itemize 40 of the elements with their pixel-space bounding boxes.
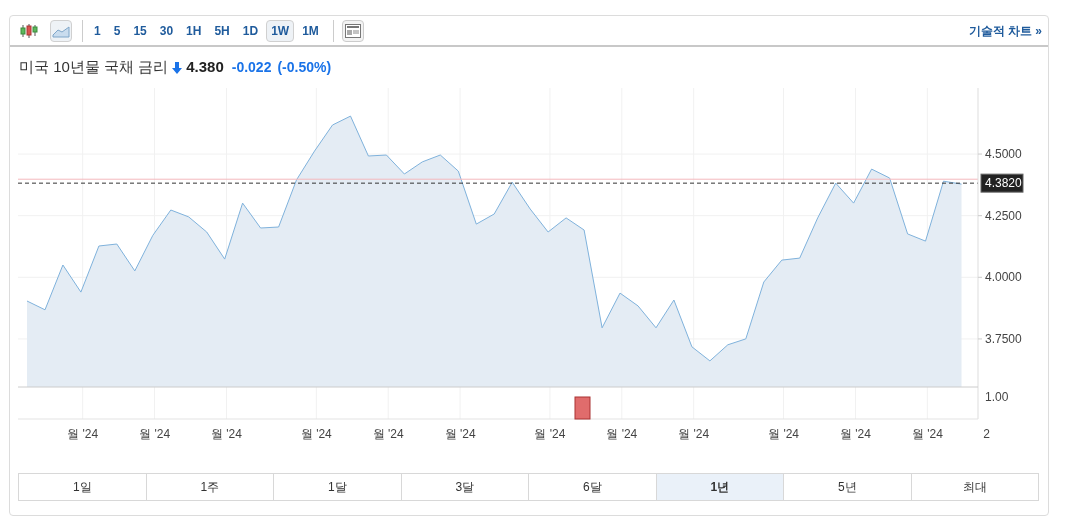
interval-button[interactable]: 15	[128, 19, 152, 42]
interval-button[interactable]: 1M	[297, 19, 324, 42]
interval-button[interactable]: 5H	[209, 19, 235, 42]
interval-button[interactable]: 1	[89, 19, 106, 42]
x-axis-label: 월 '24	[372, 427, 404, 441]
volume-bar	[574, 396, 591, 420]
x-axis-label: 월 '24	[444, 427, 476, 441]
interval-button[interactable]: 5	[108, 19, 126, 42]
range-tab[interactable]: 1년	[655, 474, 783, 500]
area-chart-icon	[52, 23, 70, 38]
x-axis-label: 월 '24	[67, 427, 99, 441]
y-axis-label: 4.0000	[985, 270, 1022, 285]
volume-axis-label: 1.00	[985, 390, 1009, 404]
x-axis-label: 월 '24	[139, 427, 171, 441]
x-axis-label: 월 '24	[768, 427, 800, 441]
price-change: -0.022	[231, 58, 272, 77]
y-axis-label: 3.7500	[985, 331, 1022, 346]
x-axis-label: 월 '24	[678, 427, 710, 441]
current-price-tag: 4.3820	[980, 173, 1024, 193]
technical-chart-link[interactable]: 기술적 차트 »	[968, 21, 1042, 40]
interval-button[interactable]: 1H	[181, 19, 207, 42]
ref-line-label: 4.3820	[985, 176, 1023, 191]
x-axis-label: 2	[983, 427, 990, 441]
percent-change: (-0.50%)	[277, 58, 332, 77]
interval-button[interactable]: 30	[154, 19, 179, 42]
instrument-name: 미국 10년물 국채 금리	[19, 57, 169, 78]
x-axis-label: 월 '24	[534, 427, 566, 441]
x-axis-label: 월 '24	[606, 427, 638, 441]
y-axis-label: 4.5000	[985, 147, 1022, 162]
x-axis-label: 월 '24	[210, 427, 242, 441]
candlestick-icon	[20, 22, 38, 39]
interval-button[interactable]: 1W	[266, 19, 295, 42]
interval-button[interactable]: 1D	[237, 19, 264, 42]
y-axis-label: 4.2500	[985, 208, 1022, 223]
price-value: 4.380	[186, 57, 224, 78]
layout-button[interactable]	[341, 19, 364, 42]
x-axis-label: 월 '24	[911, 427, 943, 441]
x-axis-label: 월 '24	[300, 427, 332, 441]
x-axis-label: 월 '24	[839, 427, 871, 441]
table-icon	[344, 23, 361, 38]
